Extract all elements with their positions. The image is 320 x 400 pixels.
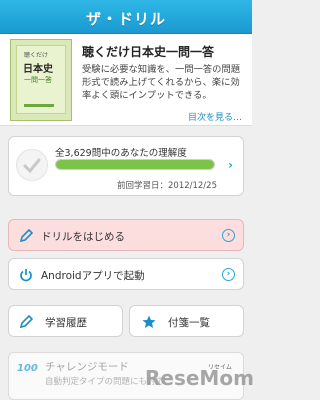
sticky-list-label: 付箋一覧	[168, 317, 210, 329]
book-cover-inner: 聴くだけ 日本史 一問一答	[16, 45, 66, 114]
book-description: 受験に必要な知識を、一問一答の問題形式で読み上げてくれるから、楽に効率よく頭にイ…	[82, 64, 241, 101]
study-history-button[interactable]: 学習履歴	[8, 305, 123, 337]
chevron-right-icon: ›	[228, 158, 233, 172]
power-icon	[20, 269, 32, 282]
pencil-icon	[19, 229, 33, 243]
progress-fill	[56, 160, 214, 169]
start-drill-button[interactable]: ドリルをはじめる ›	[8, 219, 244, 251]
last-study-date: 前回学習日：2012/12/25	[117, 181, 217, 191]
app-header: ザ・ドリル	[0, 0, 252, 34]
android-app-label: Androidアプリで起動	[41, 270, 145, 282]
cover-stripe	[24, 104, 54, 107]
book-cover[interactable]: 聴くだけ 日本史 一問一答	[10, 39, 72, 121]
study-history-label: 学習履歴	[45, 317, 87, 329]
challenge-mode-label: チャレンジモード	[45, 361, 129, 373]
cover-line-1: 聴くだけ	[24, 52, 49, 59]
toc-link[interactable]: 目次を見る…	[188, 110, 242, 123]
progress-bar	[55, 159, 215, 170]
sticky-list-button[interactable]: 付箋一覧	[129, 305, 244, 337]
check-medal-icon	[16, 149, 48, 181]
progress-card[interactable]: 全3,629問中のあなたの理解度 前回学習日：2012/12/25 ›	[8, 136, 244, 196]
android-app-button[interactable]: Androidアプリで起動 ›	[8, 258, 244, 290]
star-icon	[142, 315, 156, 328]
chevron-right-icon: ›	[222, 268, 235, 281]
start-drill-label: ドリルをはじめる	[41, 231, 125, 243]
chevron-right-icon: ›	[222, 229, 235, 242]
score-100-icon: 100	[17, 363, 38, 374]
book-card: 聴くだけ 日本史 一問一答 聴くだけ日本史一問一答 受験に必要な知識を、一問一答…	[0, 34, 252, 126]
book-title: 聴くだけ日本史一問一答	[82, 45, 215, 59]
progress-label: 全3,629問中のあなたの理解度	[55, 148, 187, 159]
pencil-icon	[19, 315, 33, 329]
cover-line-3: 一問一答	[24, 76, 52, 84]
cover-line-2: 日本史	[23, 64, 53, 75]
watermark: ResеMom	[145, 366, 254, 390]
app-title: ザ・ドリル	[85, 10, 166, 28]
